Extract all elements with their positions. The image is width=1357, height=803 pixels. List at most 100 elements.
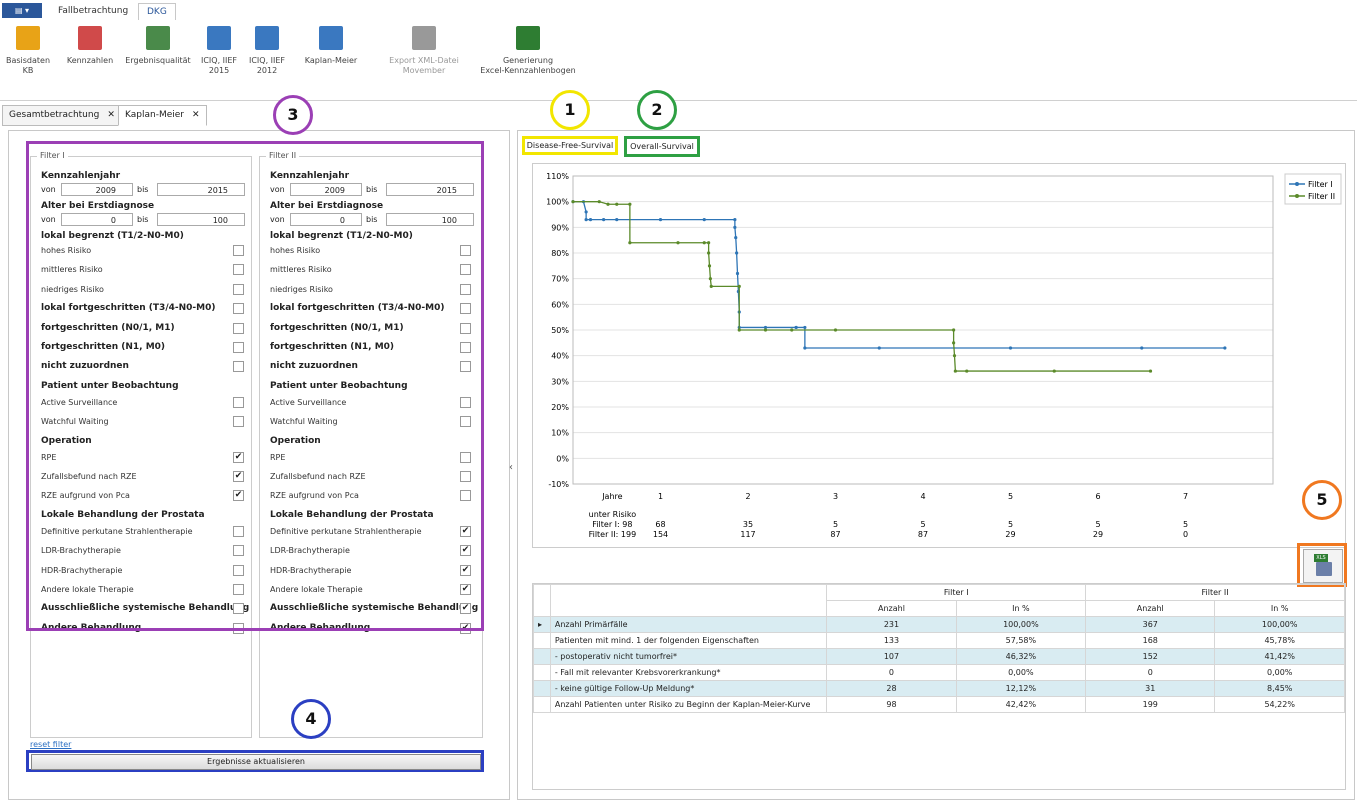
series-point (1148, 369, 1153, 373)
table-cell: 100,00% (1214, 616, 1345, 633)
doc-tab-kaplan-meier[interactable]: Kaplan-Meier ✕ (118, 105, 207, 126)
table-row[interactable]: - postoperativ nicht tumorfrei* 107 46,32%… (533, 648, 1345, 665)
ribbon-button-label: Kennzahlen (66, 56, 114, 65)
table-cell: 367 (1085, 616, 1216, 633)
risk-value: 0 (1183, 530, 1188, 539)
table-cell: 231 (826, 616, 957, 633)
risk-value: 87 (918, 530, 928, 539)
series-point (952, 328, 956, 332)
y-tick-label: 60% (551, 300, 569, 309)
series-point (1223, 346, 1227, 350)
table-cell: 12,12% (955, 680, 1087, 697)
table-cell: 0,00% (1214, 664, 1345, 681)
annotation-circle-4: 4 (291, 699, 331, 739)
doc-tab-label: Kaplan-Meier (125, 110, 184, 120)
excel-export-button[interactable]: XLS (1303, 549, 1343, 583)
line-chart-icon (319, 26, 343, 50)
risk-value: 5 (1095, 520, 1100, 529)
collapse-arrow-icon[interactable]: ‹ (509, 462, 513, 473)
ribbon-button-1[interactable]: Kennzahlen (64, 24, 116, 94)
results-table: Filter I Filter II Anzahl In % Anzahl In… (533, 584, 1345, 713)
ribbon-button-label: Export XML-Datei Movember (389, 56, 459, 75)
table-row[interactable]: Patienten mit mind. 1 der folgenden Eige… (533, 632, 1345, 649)
ribbon-button-7[interactable]: Generierung Excel-Kennzahlenbogen (470, 24, 586, 94)
chart-svg: 110% 100% 90% 80% 70% 60% 50% 40% 30% 20% 10% 0% -10… (546, 172, 1342, 539)
row-expander-icon[interactable]: ▸ (533, 616, 551, 633)
series-point (702, 241, 706, 245)
row-expander-icon (533, 696, 551, 713)
y-tick-label: 100% (546, 198, 569, 207)
risk-value: 35 (743, 520, 753, 529)
series-point (628, 202, 632, 206)
series-point (734, 236, 738, 240)
help-doc-icon (207, 26, 231, 50)
ribbon-button-label: Kaplan-Meier (304, 56, 358, 65)
ribbon-tab-strip: ▤ ▾ Fallbetrachtung DKG (0, 0, 1357, 21)
ribbon-button-label: ICIQ, IIEF 2015 (200, 56, 238, 75)
row-label: Patienten mit mind. 1 der folgenden Eige… (549, 632, 828, 649)
table-row[interactable]: ▸ Anzahl Primärfälle 231 100,00% 367 100,00% (533, 616, 1345, 633)
doc-tab-label: Gesamtbetrachtung (9, 110, 100, 120)
help-doc-icon (255, 26, 279, 50)
row-expander-icon (533, 664, 551, 681)
series-point (615, 202, 619, 206)
row-label: - keine gültige Follow-Up Meldung* (549, 680, 828, 697)
series-point (658, 218, 663, 222)
table-row[interactable]: - Fall mit relevanter Krebsvorerkrankung… (533, 664, 1345, 681)
legend-marker (1295, 182, 1299, 186)
series-point (606, 202, 610, 206)
risk-value: 29 (1093, 530, 1103, 539)
row-label: Anzahl Patienten unter Risiko zu Beginn … (549, 696, 828, 713)
series-point (707, 264, 712, 268)
y-tick-label: 80% (551, 249, 569, 258)
update-results-button[interactable]: Ergebnisse aktualisieren (31, 754, 481, 770)
risk-table-title: unter Risiko (589, 510, 637, 519)
ribbon-button-2[interactable]: Ergebnisqualität (122, 24, 194, 94)
series-point (735, 271, 740, 276)
ribbon-button-3[interactable]: ICIQ, IIEF 2015 (198, 24, 240, 94)
risk-row-label: Filter II: 199 (589, 530, 637, 539)
ribbon-button-4[interactable]: ICIQ, IIEF 2012 (246, 24, 288, 94)
reset-filter-link[interactable]: reset filter (30, 740, 71, 749)
ribbon-button-5[interactable]: Kaplan-Meier (296, 24, 366, 94)
series-point (833, 328, 838, 332)
series-point (1052, 369, 1056, 373)
series-point (794, 325, 798, 330)
risk-value: 5 (920, 520, 925, 529)
table-cell: 168 (1085, 632, 1216, 649)
tab-disease-free-survival[interactable]: Disease-Free-Survival (522, 136, 618, 155)
table-cell: 199 (1085, 696, 1216, 713)
close-icon[interactable]: ✕ (107, 110, 115, 120)
table-cell: 54,22% (1214, 696, 1345, 713)
risk-row-label: Filter I: 98 (592, 520, 632, 529)
series-point (676, 241, 680, 245)
series-point (584, 218, 588, 222)
ribbon-button-label: Basisdaten KB (5, 56, 51, 75)
close-icon[interactable]: ✕ (192, 110, 200, 120)
tab-fallbetrachtung[interactable]: Fallbetrachtung (50, 3, 136, 20)
ribbon-button-0[interactable]: Basisdaten KB (2, 24, 54, 94)
series-point (584, 210, 588, 214)
doc-tab-gesamtbetrachtung[interactable]: Gesamtbetrachtung ✕ (2, 105, 122, 126)
table-row[interactable]: Anzahl Patienten unter Risiko zu Beginn … (533, 696, 1345, 713)
table-row[interactable]: - keine gültige Follow-Up Meldung* 28 12,1… (533, 680, 1345, 697)
legend-marker (1295, 194, 1299, 198)
y-tick-label: 30% (551, 377, 569, 386)
risk-value: 68 (655, 520, 665, 529)
tab-dkg[interactable]: DKG (138, 3, 176, 21)
app-menu-button[interactable]: ▤ ▾ (2, 3, 42, 18)
grid-icon (78, 26, 102, 50)
table-cell: 8,45% (1214, 680, 1345, 697)
series-point (733, 225, 737, 229)
series-point (733, 218, 737, 222)
row-expander-icon (533, 680, 551, 697)
annotation-circle-5: 5 (1302, 480, 1342, 520)
row-expander-icon (533, 632, 551, 649)
risk-value: 5 (833, 520, 838, 529)
table-cell: 100,00% (955, 616, 1087, 633)
tab-overall-survival[interactable]: Overall-Survival (624, 136, 700, 157)
ribbon-button-label: Generierung Excel-Kennzahlenbogen (480, 56, 576, 75)
series-point (737, 284, 741, 288)
series-point (965, 369, 969, 373)
row-label: - postoperativ nicht tumorfrei* (549, 648, 828, 665)
